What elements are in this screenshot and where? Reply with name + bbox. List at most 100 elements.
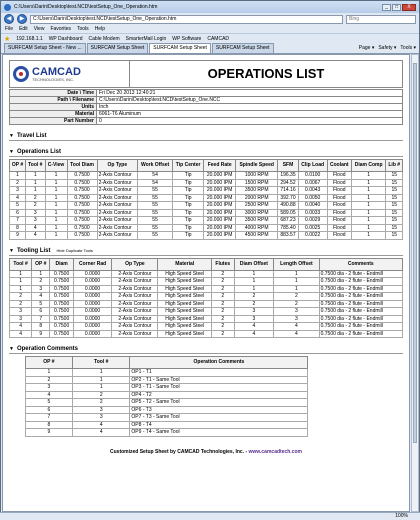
table-cell: 2-Axis Contour (96, 208, 139, 217)
table-cell: 0.0000 (72, 269, 113, 278)
travel-list-header[interactable]: ▼ Travel List (9, 133, 403, 141)
favorite-link[interactable]: WP Dashboard (49, 36, 83, 42)
info-key: Material (9, 110, 97, 118)
table-cell: 1 (350, 178, 387, 187)
status-bar: 100% (0, 512, 420, 520)
table-cell: 687.23 (277, 216, 299, 225)
tab[interactable]: SURFCAM Setup Sheet - New ... (4, 43, 86, 53)
column-header: Tool # (8, 257, 33, 271)
table-cell: 2-Axis Contour (111, 307, 159, 316)
table-cell: 3000 RPM (235, 208, 279, 217)
column-header: Flutes (210, 257, 235, 271)
table-cell: 0.0022 (297, 231, 328, 240)
forward-arrow-icon[interactable]: ▶ (17, 14, 27, 24)
table-cell: 1 (72, 375, 131, 384)
table-cell: 1 (25, 186, 46, 195)
footer: Customized Setup Sheet by CAMCAD Technol… (9, 449, 403, 455)
info-row: Date \ Time Fri Dec 20 2013 12:40:21 (9, 89, 403, 97)
table-cell: 2-Axis Contour (111, 322, 159, 331)
window-controls: _ □ X (382, 3, 416, 11)
favorites-bar: ★ 192.168.1.1 WP Dashboard Cable Modem S… (1, 33, 419, 43)
tools-menu[interactable]: Tools ▾ (400, 45, 416, 51)
menu-edit[interactable]: Edit (19, 26, 28, 32)
table-cell: Tip (172, 223, 205, 232)
table-cell: 2 (210, 292, 235, 301)
table-cell: 2-Axis Contour (96, 186, 139, 195)
favorite-link[interactable]: CAMCAD (207, 36, 229, 42)
menu-tools[interactable]: Tools (77, 26, 89, 32)
table-cell: 55 (137, 231, 174, 240)
table-cell: 15 (385, 186, 403, 195)
menu-favorites[interactable]: Favorites (50, 26, 71, 32)
table-cell: 0.0000 (72, 314, 113, 323)
footer-link[interactable]: www.camcadtech.com (249, 449, 302, 455)
table-cell: 2000 RPM (235, 193, 279, 202)
table-cell: Tip (172, 186, 205, 195)
table-cell: 0.0000 (72, 322, 113, 331)
menu-file[interactable]: File (5, 26, 13, 32)
table-cell: 4 (273, 329, 320, 338)
collapse-arrow-icon: ▼ (9, 247, 14, 254)
column-header: Op Type (96, 159, 139, 172)
table-cell: 20.000 IPM (203, 216, 237, 225)
table-cell: 1 (233, 284, 275, 293)
favorites-star-icon[interactable]: ★ (4, 35, 10, 43)
camcad-logo: CAMCAD TECHNOLOGIES, INC. (10, 61, 130, 87)
table-cell: 4 (233, 329, 275, 338)
search-input[interactable]: Bing (346, 14, 416, 24)
tab-active[interactable]: SURFCAM Setup Sheet (149, 43, 211, 53)
hide-duplicate-tools-link[interactable]: Hide Duplicate Tools (57, 248, 93, 253)
table-cell: 3 (233, 307, 275, 316)
table-cell: 20.000 IPM (203, 186, 237, 195)
table-cell: 2 (31, 277, 51, 286)
table-cell: 8 (8, 223, 27, 232)
page-menu[interactable]: Page ▾ (359, 45, 375, 51)
info-value: Fri Dec 20 2013 12:40:21 (96, 89, 403, 97)
table-cell: 2-Axis Contour (96, 178, 139, 187)
favorite-link[interactable]: 192.168.1.1 (16, 36, 42, 42)
operation-comments-header[interactable]: ▼ Operation Comments (9, 346, 403, 354)
tab[interactable]: SURFCAM Setup Sheet (211, 43, 274, 53)
table-cell: 490.88 (277, 201, 299, 210)
tooling-list-header[interactable]: ▼ Tooling List Hide Duplicate Tools (9, 248, 403, 256)
table-cell: 2 (210, 329, 235, 338)
table-cell: 0.7500 dia - 2 flute - Endmill (318, 314, 404, 323)
table-cell: 0.0040 (297, 201, 328, 210)
table-cell: 0.7500 (49, 277, 74, 286)
minimize-button[interactable]: _ (382, 3, 391, 11)
table-row: 2 1 1 0.7500 2-Axis Contour 54 Tip 20.000 IPM 15… (8, 178, 403, 187)
back-arrow-icon[interactable]: ◀ (4, 14, 14, 24)
table-row: 5 2 1 0.7500 2-Axis Contour 55 Tip 20.000 IPM 25… (8, 201, 403, 210)
table-cell: 0.0000 (72, 277, 113, 286)
table-cell: 1 (25, 178, 46, 187)
address-bar[interactable]: C:\Users\Darin\Desktop\test.NCD\testSetu… (30, 14, 343, 24)
table-cell: 2 (8, 178, 27, 187)
table-cell: 0.7500 (66, 193, 98, 202)
table-row: 2 4 0.7500 0.0000 2-Axis Contour High Speed S… (8, 292, 404, 301)
menu-help[interactable]: Help (95, 26, 105, 32)
table-cell: 0.7500 dia - 2 flute - Endmill (318, 329, 404, 338)
favorite-link[interactable]: Cable Modem (89, 36, 120, 42)
safety-menu[interactable]: Safety ▾ (378, 45, 396, 51)
table-cell: 2 (210, 277, 235, 286)
table-cell: 4 (8, 322, 33, 331)
table-cell: OP7 - T3 - Same Tool (129, 413, 309, 422)
close-button[interactable]: X (402, 3, 416, 11)
favorite-link[interactable]: SmarterMail Login (126, 36, 167, 42)
table-cell: 1 (273, 277, 320, 286)
table-cell: 0.7500 (66, 223, 98, 232)
scrollbar-thumb[interactable] (413, 63, 417, 443)
table-cell: 5 (24, 398, 74, 407)
zoom-level[interactable]: 100% (395, 513, 408, 519)
table-cell: 0.7500 dia - 2 flute - Endmill (318, 307, 404, 316)
table-cell: Flood (326, 208, 352, 217)
table-cell: 1500 RPM (235, 178, 279, 187)
table-row: 7 3 OP7 - T3 - Same Tool (24, 413, 309, 422)
operations-list-header[interactable]: ▼ Operations List (9, 149, 403, 157)
favorite-link[interactable]: WP Software (172, 36, 201, 42)
menu-view[interactable]: View (34, 26, 45, 32)
page-content: CAMCAD TECHNOLOGIES, INC. OPERATIONS LIS… (2, 54, 410, 512)
vertical-scrollbar[interactable] (411, 54, 419, 512)
maximize-button[interactable]: □ (392, 3, 401, 11)
tab[interactable]: SURFCAM Setup Sheet (86, 43, 149, 53)
